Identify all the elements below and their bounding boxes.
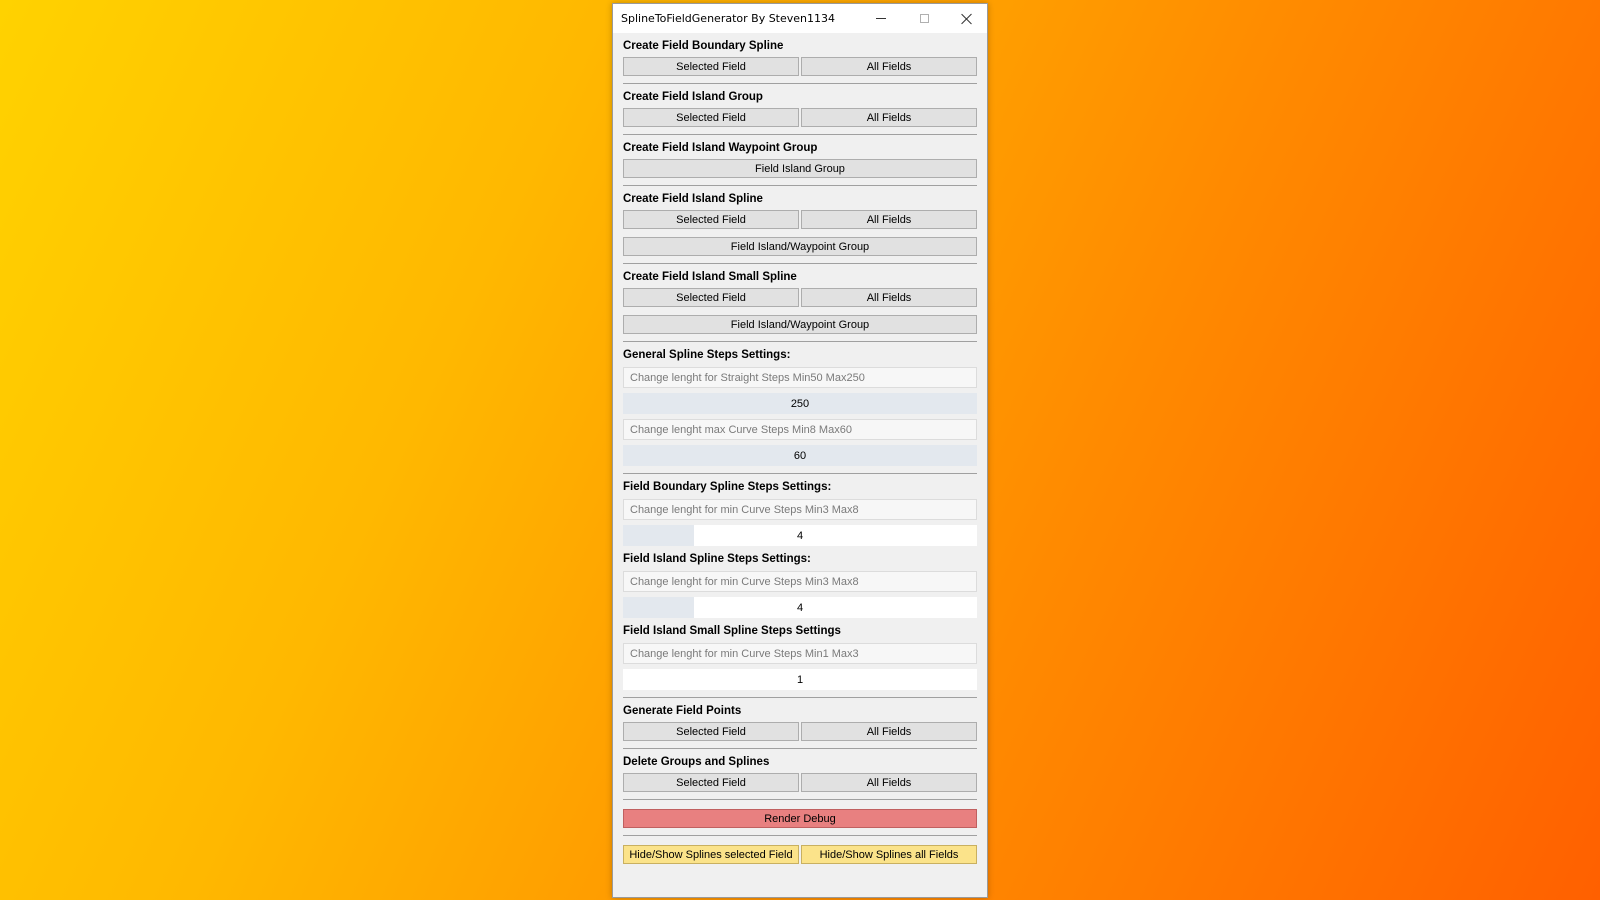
close-button[interactable] xyxy=(946,4,988,33)
slider-value: 1 xyxy=(796,673,804,686)
field-points-all-fields-button[interactable]: All Fields xyxy=(801,722,977,741)
title-bar[interactable]: SplineToFieldGenerator By Steven1134 xyxy=(613,4,987,33)
island-group-button-row: Selected Field All Fields xyxy=(623,108,977,127)
section-label-field-points: Generate Field Points xyxy=(623,705,742,717)
island-small-spline-button-row: Selected Field All Fields xyxy=(623,288,977,307)
island-small-spline-selected-field-button[interactable]: Selected Field xyxy=(623,288,799,307)
boundary-steps-slider[interactable]: 4 xyxy=(623,525,977,546)
island-small-spline-waypoint-group-button[interactable]: Field Island/Waypoint Group xyxy=(623,315,977,334)
island-small-steps-slider[interactable]: 1 xyxy=(623,669,977,690)
island-spline-selected-field-button[interactable]: Selected Field xyxy=(623,210,799,229)
slider-value: 4 xyxy=(796,529,804,542)
island-spline-waypoint-group-button[interactable]: Field Island/Waypoint Group xyxy=(623,237,977,256)
close-icon xyxy=(961,13,973,25)
straight-steps-slider[interactable]: 250 xyxy=(623,393,977,414)
hide-show-all-fields-button[interactable]: Hide/Show Splines all Fields xyxy=(801,845,977,864)
slider-value: 60 xyxy=(793,449,807,462)
section-label-island-spline: Create Field Island Spline xyxy=(623,193,763,205)
maximize-icon xyxy=(919,14,929,23)
section-label-island-group: Create Field Island Group xyxy=(623,91,763,103)
delete-all-fields-button[interactable]: All Fields xyxy=(801,773,977,792)
island-spline-button-row: Selected Field All Fields xyxy=(623,210,977,229)
hide-show-selected-field-button[interactable]: Hide/Show Splines selected Field xyxy=(623,845,799,864)
island-small-steps-input[interactable]: Change lenght for min Curve Steps Min1 M… xyxy=(623,643,977,664)
straight-steps-input[interactable]: Change lenght for Straight Steps Min50 M… xyxy=(623,367,977,388)
render-debug-button[interactable]: Render Debug xyxy=(623,809,977,828)
section-label-island-small-spline: Create Field Island Small Spline xyxy=(623,271,797,283)
boundary-selected-field-button[interactable]: Selected Field xyxy=(623,57,799,76)
field-points-button-row: Selected Field All Fields xyxy=(623,722,977,741)
curve-steps-input[interactable]: Change lenght max Curve Steps Min8 Max60 xyxy=(623,419,977,440)
section-label-waypoint-group: Create Field Island Waypoint Group xyxy=(623,142,818,154)
delete-selected-field-button[interactable]: Selected Field xyxy=(623,773,799,792)
window-title: SplineToFieldGenerator By Steven1134 xyxy=(621,12,836,25)
island-steps-slider[interactable]: 4 xyxy=(623,597,977,618)
boundary-all-fields-button[interactable]: All Fields xyxy=(801,57,977,76)
boundary-button-row: Selected Field All Fields xyxy=(623,57,977,76)
app-window: SplineToFieldGenerator By Steven1134 Cre… xyxy=(612,3,988,898)
section-label-general-steps: General Spline Steps Settings: xyxy=(623,349,791,361)
field-points-selected-field-button[interactable]: Selected Field xyxy=(623,722,799,741)
hide-show-button-row: Hide/Show Splines selected Field Hide/Sh… xyxy=(623,845,977,864)
section-label-boundary-steps: Field Boundary Spline Steps Settings: xyxy=(623,481,832,493)
field-island-group-button[interactable]: Field Island Group xyxy=(623,159,977,178)
section-label-boundary: Create Field Boundary Spline xyxy=(623,40,784,52)
island-group-all-fields-button[interactable]: All Fields xyxy=(801,108,977,127)
panel-content: Create Field Boundary Spline Selected Fi… xyxy=(613,33,987,864)
slider-value: 4 xyxy=(796,601,804,614)
maximize-button[interactable] xyxy=(903,4,945,33)
section-label-island-small-steps: Field Island Small Spline Steps Settings xyxy=(623,625,841,637)
curve-steps-slider[interactable]: 60 xyxy=(623,445,977,466)
minimize-button[interactable] xyxy=(860,4,902,33)
slider-value: 250 xyxy=(790,397,810,410)
island-spline-all-fields-button[interactable]: All Fields xyxy=(801,210,977,229)
boundary-steps-input[interactable]: Change lenght for min Curve Steps Min3 M… xyxy=(623,499,977,520)
minimize-icon xyxy=(876,18,886,19)
delete-button-row: Selected Field All Fields xyxy=(623,773,977,792)
island-steps-input[interactable]: Change lenght for min Curve Steps Min3 M… xyxy=(623,571,977,592)
island-small-spline-all-fields-button[interactable]: All Fields xyxy=(801,288,977,307)
section-label-delete: Delete Groups and Splines xyxy=(623,756,770,768)
island-group-selected-field-button[interactable]: Selected Field xyxy=(623,108,799,127)
section-label-island-steps: Field Island Spline Steps Settings: xyxy=(623,553,811,565)
